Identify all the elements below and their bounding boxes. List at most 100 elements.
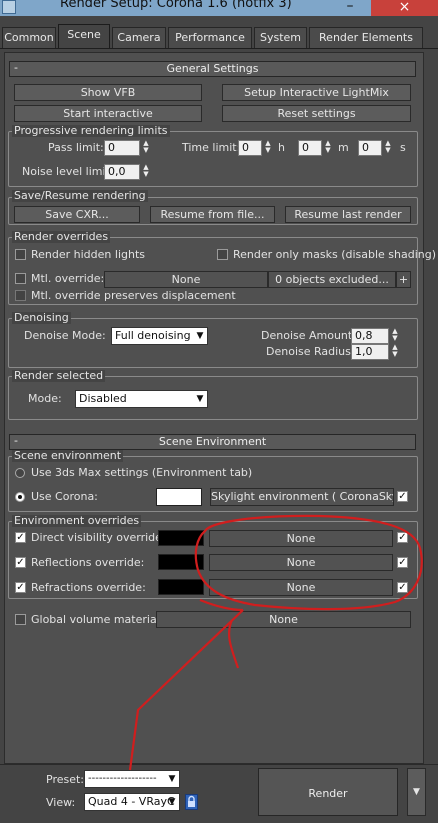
time-hours-input[interactable]: 0	[238, 140, 262, 156]
denoise-mode-value: Full denoising	[115, 329, 191, 342]
denoise-radius-spinner[interactable]: ▲ ▼	[390, 344, 400, 360]
denoising-title: Denoising	[12, 311, 71, 324]
start-interactive-button[interactable]: Start interactive	[14, 105, 202, 122]
chevron-down-icon: ▼	[168, 797, 176, 807]
global-volume-checkbox[interactable]	[15, 614, 26, 625]
view-select[interactable]: Quad 4 - VRayC ▼	[84, 793, 180, 811]
setup-lightmix-button[interactable]: Setup Interactive LightMix	[222, 84, 411, 101]
refractions-color[interactable]	[158, 579, 204, 595]
preserve-displacement-label: Mtl. override preserves displacement	[31, 289, 236, 302]
pass-limit-spinner[interactable]: ▲ ▼	[141, 140, 151, 156]
preset-select[interactable]: ------------------- ▼	[84, 770, 180, 788]
rollout-title: General Settings	[166, 62, 259, 75]
preset-value: -------------------	[88, 773, 157, 784]
resume-from-file-button[interactable]: Resume from file...	[150, 206, 275, 223]
view-value: Quad 4 - VRayC	[88, 795, 175, 808]
only-masks-checkbox[interactable]	[217, 249, 228, 260]
denoise-amount-input[interactable]: 0,8	[351, 328, 389, 344]
window-title: Render Setup: Corona 1.6 (hotfix 3)	[60, 0, 292, 11]
collapse-icon: -	[14, 434, 18, 447]
reflections-checkbox[interactable]: ✓	[15, 557, 26, 568]
close-button[interactable]: ×	[371, 0, 438, 16]
tab-render-elements[interactable]: Render Elements	[309, 27, 423, 48]
denoise-mode-select[interactable]: Full denoising ▼	[111, 327, 208, 345]
render-selected-mode-select[interactable]: Disabled ▼	[75, 390, 208, 408]
general-settings-rollout[interactable]: - General Settings	[9, 61, 416, 77]
time-seconds-input[interactable]: 0	[358, 140, 382, 156]
chevron-down-icon: ▼	[196, 394, 204, 404]
direct-visibility-label: Direct visibility override:	[31, 531, 166, 544]
use-3dsmax-radio[interactable]	[15, 468, 25, 478]
save-cxr-button[interactable]: Save CXR...	[14, 206, 140, 223]
lock-icon[interactable]	[185, 794, 198, 810]
time-hours-spinner[interactable]: ▲ ▼	[263, 140, 273, 156]
skylight-environment-button[interactable]: Skylight environment ( CoronaSky )	[210, 488, 394, 506]
reflections-map-checkbox[interactable]: ✓	[397, 557, 408, 568]
direct-visibility-map[interactable]: None	[209, 530, 393, 547]
noise-limit-spinner[interactable]: ▲ ▼	[141, 164, 151, 180]
seconds-unit: s	[400, 141, 406, 154]
progressive-title: Progressive rendering limits	[12, 124, 170, 137]
tab-bar: Common Scene Camera Performance System R…	[0, 24, 438, 50]
render-options-dropdown[interactable]: ▼	[407, 768, 426, 816]
refractions-map-checkbox[interactable]: ✓	[397, 582, 408, 593]
reset-settings-button[interactable]: Reset settings	[222, 105, 411, 122]
time-minutes-input[interactable]: 0	[298, 140, 322, 156]
tab-common[interactable]: Common	[2, 27, 56, 48]
minutes-unit: m	[338, 141, 349, 154]
exclude-add-button[interactable]: +	[396, 271, 411, 288]
tab-scene[interactable]: Scene	[58, 24, 110, 48]
global-volume-slot[interactable]: None	[156, 611, 411, 628]
tab-system[interactable]: System	[254, 27, 307, 48]
denoise-radius-label: Denoise Radius:	[266, 345, 355, 358]
mtl-override-slot[interactable]: None	[104, 271, 268, 288]
hours-unit: h	[278, 141, 285, 154]
tab-performance[interactable]: Performance	[168, 27, 252, 48]
hidden-lights-checkbox[interactable]	[15, 249, 26, 260]
minimize-button[interactable]: –	[337, 0, 363, 16]
time-seconds-spinner[interactable]: ▲ ▼	[383, 140, 393, 156]
corona-color-swatch[interactable]	[156, 488, 202, 506]
hidden-lights-label: Render hidden lights	[31, 248, 145, 261]
refractions-checkbox[interactable]: ✓	[15, 582, 26, 593]
skylight-enable-checkbox[interactable]: ✓	[397, 491, 408, 502]
footer-divider	[0, 764, 438, 765]
objects-excluded-button[interactable]: 0 objects excluded...	[268, 271, 396, 288]
denoise-radius-input[interactable]: 1,0	[351, 344, 389, 360]
chevron-down-icon: ▼	[168, 774, 176, 784]
preset-label: Preset:	[46, 773, 85, 786]
mtl-override-checkbox[interactable]	[15, 273, 26, 284]
tab-camera[interactable]: Camera	[112, 27, 166, 48]
denoise-amount-spinner[interactable]: ▲ ▼	[390, 328, 400, 344]
refractions-map[interactable]: None	[209, 579, 393, 596]
direct-visibility-color[interactable]	[158, 530, 204, 546]
use-corona-radio[interactable]	[15, 492, 25, 502]
show-vfb-button[interactable]: Show VFB	[14, 84, 202, 101]
direct-visibility-map-checkbox[interactable]: ✓	[397, 532, 408, 543]
render-button[interactable]: Render	[258, 768, 398, 816]
save-resume-title: Save/Resume rendering	[12, 189, 148, 202]
environment-overrides-title: Environment overrides	[12, 514, 142, 527]
reflections-map[interactable]: None	[209, 554, 393, 571]
tab-divider	[0, 48, 438, 49]
use-3dsmax-label: Use 3ds Max settings (Environment tab)	[31, 466, 253, 479]
reflections-color[interactable]	[158, 554, 204, 570]
preserve-displacement-checkbox[interactable]	[15, 290, 26, 301]
title-bar: Render Setup: Corona 1.6 (hotfix 3) – ×	[0, 0, 438, 16]
only-masks-label: Render only masks (disable shading)	[233, 248, 437, 261]
noise-limit-input[interactable]: 0,0	[104, 164, 140, 180]
render-selected-mode-value: Disabled	[79, 392, 127, 405]
collapse-icon: -	[14, 61, 18, 74]
noise-limit-label: Noise level limit:	[22, 165, 114, 178]
pass-limit-input[interactable]: 0	[104, 140, 140, 156]
time-limit-label: Time limit:	[182, 141, 241, 154]
direct-visibility-checkbox[interactable]: ✓	[15, 532, 26, 543]
scene-environment-title: Scene environment	[12, 449, 124, 462]
resume-last-render-button[interactable]: Resume last render	[285, 206, 411, 223]
render-selected-mode-label: Mode:	[28, 392, 62, 405]
rollout-title: Scene Environment	[158, 435, 267, 448]
use-corona-label: Use Corona:	[31, 490, 98, 503]
scene-environment-rollout[interactable]: - Scene Environment	[9, 434, 416, 450]
time-minutes-spinner[interactable]: ▲ ▼	[323, 140, 333, 156]
view-label: View:	[46, 796, 76, 809]
